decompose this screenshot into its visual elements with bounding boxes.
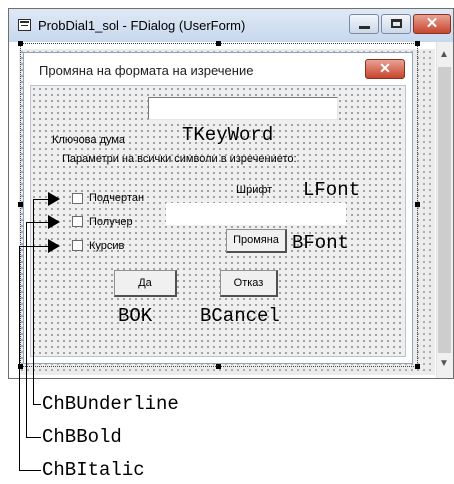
form-close-button[interactable]: ✕ (365, 59, 405, 79)
scroll-down-icon[interactable]: ▼ (439, 358, 449, 369)
underline-checkbox[interactable] (72, 193, 83, 204)
resize-handle[interactable] (18, 41, 23, 46)
window-titlebar[interactable]: ProbDial1_sol - FDialog (UserForm) ✕ (9, 9, 453, 42)
resize-handle[interactable] (216, 364, 221, 369)
annotation-underline: ChBUnderline (42, 393, 179, 415)
connector-line (19, 470, 41, 471)
minimize-button[interactable] (349, 14, 379, 34)
keyword-label: Ключова дума (52, 134, 126, 146)
resize-handle[interactable] (415, 364, 420, 369)
annotation-bold: ChBBold (42, 426, 122, 448)
connector-line (19, 246, 49, 247)
userform-window-icon (18, 19, 31, 31)
connector-line (26, 437, 41, 438)
bold-checkbox[interactable] (72, 216, 83, 227)
font-button-name: BFont (292, 232, 350, 254)
connector-line (33, 199, 34, 404)
underline-label: Подчертан (89, 192, 145, 204)
scroll-up-icon[interactable]: ▲ (439, 49, 449, 60)
font-preview-label (166, 203, 346, 225)
window-title: ProbDial1_sol - FDialog (UserForm) (38, 18, 246, 33)
connector-line (26, 222, 27, 437)
minimize-icon (359, 26, 370, 29)
arrow-italic-icon (48, 239, 60, 253)
cancel-button[interactable]: Отказ (220, 270, 278, 297)
keyword-textbox-name: TKeyWord (182, 124, 274, 146)
resize-handle[interactable] (216, 41, 221, 46)
resize-handle[interactable] (415, 202, 420, 207)
params-label: Параметри на всички символи в изречениет… (62, 153, 297, 165)
cancel-button-label: Отказ (233, 277, 264, 289)
maximize-icon (391, 19, 402, 28)
cancel-button-name: BCancel (200, 305, 280, 327)
font-label-name: LFont (303, 179, 361, 201)
close-icon: ✕ (379, 60, 391, 76)
arrow-bold-icon (48, 215, 60, 229)
close-icon: ✕ (425, 15, 439, 32)
scroll-thumb[interactable] (438, 67, 451, 353)
connector-line (33, 199, 49, 200)
ok-button[interactable]: Да (114, 270, 177, 297)
italic-label: Курсив (89, 240, 125, 252)
connector-line (19, 246, 20, 470)
ok-button-label: Да (138, 277, 152, 289)
connector-line (26, 222, 49, 223)
ok-button-name: BOK (118, 305, 153, 327)
change-font-button-label: Промяна (233, 234, 279, 246)
resize-handle[interactable] (415, 41, 420, 46)
font-label: Шрифт (236, 184, 273, 196)
arrow-underline-icon (48, 192, 60, 206)
close-button[interactable]: ✕ (413, 14, 451, 34)
maximize-button[interactable] (381, 14, 411, 34)
form-title: Промяна на формата на изречение (39, 63, 254, 78)
bold-label: Получер (89, 216, 133, 228)
connector-line (33, 404, 41, 405)
annotation-italic: ChBItalic (42, 459, 145, 481)
change-font-button[interactable]: Промяна (226, 229, 287, 253)
keyword-textbox[interactable] (148, 97, 338, 120)
italic-checkbox[interactable] (72, 240, 83, 251)
